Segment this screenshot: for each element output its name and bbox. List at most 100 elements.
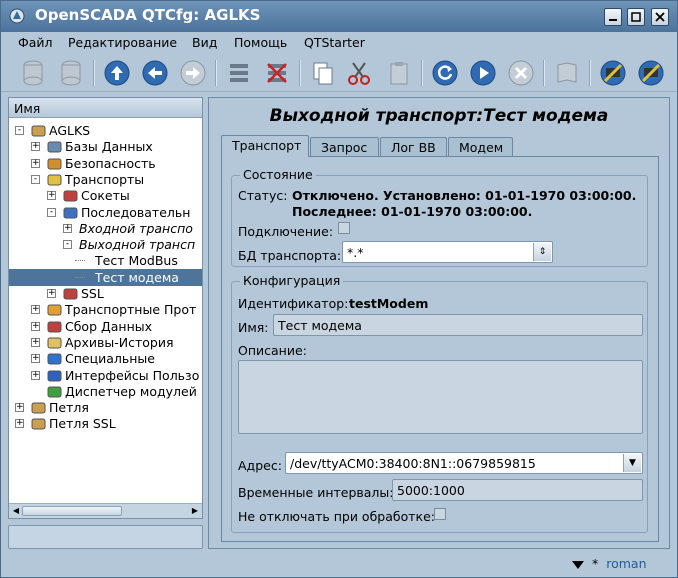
tree-item[interactable]: + Безопасность (9, 155, 202, 172)
title-bar[interactable]: OpenSCADA QTCfg: AGLKS (1, 1, 677, 32)
collapse-icon[interactable]: - (31, 174, 40, 184)
timeouts-field[interactable]: 5000:1000 (392, 479, 643, 501)
tree-item[interactable]: Диспетчер модулей (9, 383, 202, 400)
description-textarea[interactable] (238, 360, 643, 434)
stop-button[interactable] (505, 57, 537, 89)
menu-help[interactable]: Помощь (234, 35, 287, 50)
toolbar-separator (215, 60, 217, 86)
minimize-button[interactable] (604, 8, 622, 26)
db-save-button[interactable] (55, 57, 87, 89)
cut-button[interactable] (343, 57, 375, 89)
play-icon (470, 60, 496, 86)
folder-icon (31, 125, 46, 137)
tree-item[interactable]: + Интерфейсы Пользо (9, 367, 202, 384)
tree-item[interactable]: + Базы Данных (9, 138, 202, 155)
tree-item-label: Диспетчер модулей (65, 383, 197, 399)
expand-icon[interactable]: + (63, 223, 72, 233)
qtcfg-button[interactable] (597, 57, 629, 89)
archive-icon (47, 337, 62, 349)
expand-icon[interactable]: + (31, 354, 40, 364)
tree-item[interactable]: + Специальные (9, 350, 202, 367)
name-field[interactable]: Тест модема (273, 314, 643, 336)
delete-item-button[interactable] (261, 57, 293, 89)
tree-item[interactable]: Тест модема (9, 268, 202, 286)
db-load-button[interactable] (17, 57, 49, 89)
back-button[interactable] (139, 57, 171, 89)
expand-icon[interactable]: + (31, 158, 40, 168)
tab-io-log[interactable]: Лог ВВ (380, 137, 447, 157)
tree-header[interactable]: Имя (9, 98, 202, 118)
tab-transport[interactable]: Транспорт (221, 135, 309, 157)
tree-item[interactable]: Тест ModBus (9, 252, 202, 269)
chevron-down-icon[interactable]: ▼ (623, 454, 641, 472)
expand-icon[interactable]: + (47, 191, 56, 201)
menu-qtstarter[interactable]: QTStarter (304, 35, 365, 50)
tab-modem[interactable]: Модем (448, 137, 513, 157)
menu-edit[interactable]: Редактирование (68, 35, 177, 50)
state-group-title: Состояние (240, 167, 316, 182)
tree-item[interactable]: - Последовательн (9, 204, 202, 221)
db-combobox[interactable]: *.* ⇕ (342, 241, 553, 263)
tree-horizontal-scrollbar[interactable]: ◀ ▶ (9, 503, 202, 518)
refresh-button[interactable] (429, 57, 461, 89)
connect-checkbox[interactable] (338, 222, 350, 234)
current-user[interactable]: roman (606, 556, 646, 571)
tree-item[interactable]: + Сокеты (9, 187, 202, 204)
arrow-up-icon (104, 60, 130, 86)
tree-item-label: Сбор Данных (65, 318, 153, 334)
serial-icon (63, 207, 78, 218)
scrollbar-thumb[interactable] (22, 506, 122, 516)
tree-item[interactable]: + SSL (9, 285, 202, 302)
tree-item-label: Архивы-История (65, 334, 174, 350)
tab-request[interactable]: Запрос (310, 137, 379, 157)
tree-item[interactable]: + Транспортные Прот (9, 301, 202, 318)
menu-view[interactable]: Вид (192, 35, 217, 50)
spin-updown-icon[interactable]: ⇕ (533, 243, 551, 261)
expand-icon[interactable]: + (31, 321, 40, 331)
collapse-icon[interactable]: - (15, 126, 24, 135)
expand-icon[interactable]: + (31, 370, 40, 380)
tree-item[interactable]: - Выходной трансп (9, 236, 202, 253)
expand-icon[interactable]: + (31, 305, 40, 315)
tree-item[interactable]: + Сбор Данных (9, 318, 202, 335)
scroll-left-icon[interactable]: ◀ (10, 505, 22, 517)
scroll-right-icon[interactable]: ▶ (189, 505, 201, 517)
close-button[interactable] (651, 8, 669, 26)
connect-label: Подключение: (238, 224, 334, 239)
expand-icon[interactable]: + (31, 337, 40, 347)
manual-button[interactable] (551, 57, 583, 89)
forward-button[interactable] (177, 57, 209, 89)
menu-bar: Файл Редактирование Вид Помощь QTStarter (1, 32, 677, 54)
tree-item-label: Петля SSL (49, 416, 116, 432)
tree-item[interactable]: + Архивы-История (9, 334, 202, 351)
expand-icon[interactable]: + (47, 289, 56, 298)
delete-item-icon (267, 63, 287, 83)
navigation-tree-panel: Имя - AGLKS + Базы Данных + Безопасность - Тран… (8, 97, 203, 519)
paste-button[interactable] (383, 57, 415, 89)
dropdown-triangle-icon[interactable] (571, 560, 585, 570)
minimize-icon (609, 19, 617, 21)
copy-button[interactable] (307, 57, 339, 89)
tree-branch-line (75, 260, 85, 262)
start-button[interactable] (467, 57, 499, 89)
toolbar-separator (421, 60, 423, 86)
collapse-icon[interactable]: - (63, 240, 72, 250)
collapse-icon[interactable]: - (47, 207, 56, 217)
tree-item[interactable]: - AGLKS (9, 122, 202, 139)
tree-item[interactable]: + Петля SSL (9, 415, 202, 432)
expand-icon[interactable]: + (31, 142, 40, 152)
add-item-button[interactable] (223, 57, 255, 89)
expand-icon[interactable]: + (15, 419, 24, 429)
tree-item[interactable]: + Петля (9, 399, 202, 416)
tree-item-label: Транспортные Прот (65, 302, 197, 318)
address-combobox[interactable]: /dev/ttyACM0:38400:8N1::0679859815 ▼ (285, 452, 643, 474)
no-disconnect-checkbox[interactable] (434, 508, 446, 520)
tree-item[interactable]: - Транспорты (9, 171, 202, 188)
menu-file[interactable]: Файл (18, 35, 53, 50)
maximize-button[interactable] (627, 8, 645, 26)
expand-icon[interactable]: + (15, 403, 24, 413)
vision-button[interactable] (635, 57, 667, 89)
up-button[interactable] (101, 57, 133, 89)
tree-item[interactable]: + Входной транспо (9, 220, 202, 237)
daq-icon (47, 321, 62, 333)
